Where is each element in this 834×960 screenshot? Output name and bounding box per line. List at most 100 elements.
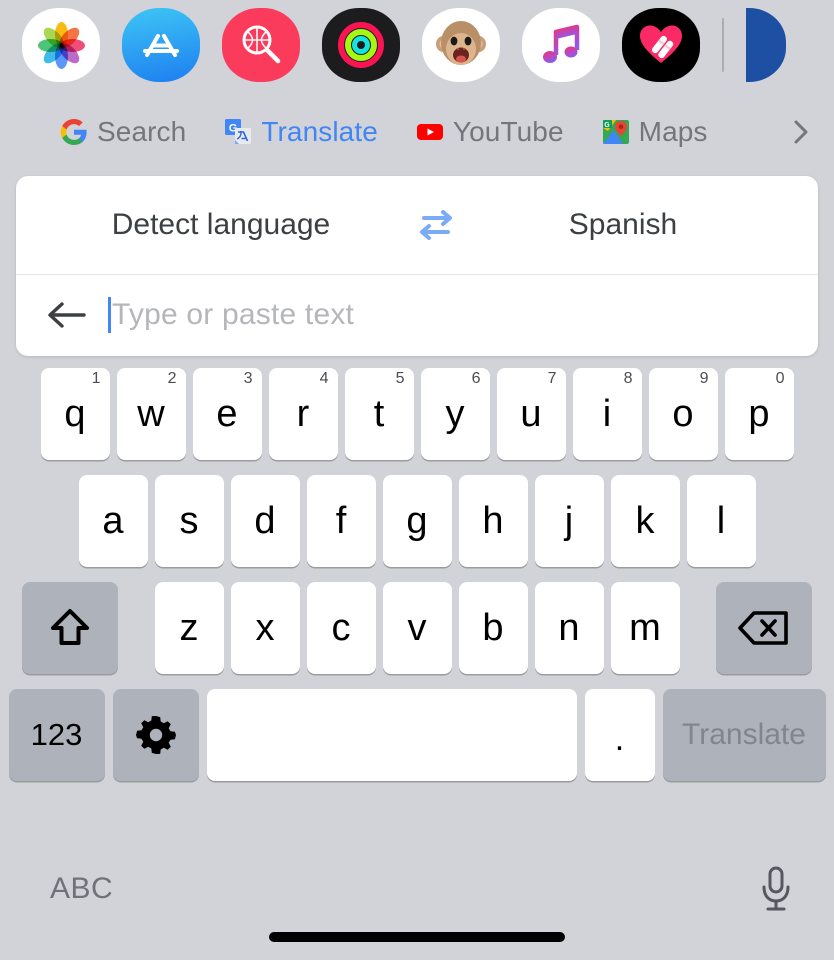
translate-input-row[interactable]: Type or paste text (16, 275, 818, 355)
key-label: y (445, 392, 465, 435)
key-z[interactable]: z (154, 582, 224, 674)
key-u[interactable]: u7 (496, 368, 566, 460)
key-t[interactable]: t5 (344, 368, 414, 460)
key-v[interactable]: v (382, 582, 452, 674)
keyboard-row-3: z x c vbnm (0, 582, 834, 674)
magnifier-globe-glyph-icon (242, 25, 281, 64)
key-label: w (137, 392, 165, 435)
key-o[interactable]: o9 (648, 368, 718, 460)
google-g-icon (60, 118, 88, 146)
target-language-button[interactable]: Spanish (428, 208, 818, 242)
fitness-app-icon[interactable] (322, 8, 400, 82)
key-y[interactable]: y6 (420, 368, 490, 460)
key-m[interactable]: m (610, 582, 680, 674)
chevron-right-icon[interactable] (786, 117, 816, 147)
tab-maps[interactable]: G Maps (602, 116, 708, 148)
language-selector-row: Detect language Spanish (16, 176, 818, 275)
key-d[interactable]: d (230, 475, 300, 567)
key-b[interactable]: b (458, 582, 528, 674)
key-i[interactable]: i8 (572, 368, 642, 460)
key-label: t (373, 392, 385, 435)
key-f[interactable]: f (306, 475, 376, 567)
key-label: c (331, 606, 351, 649)
tab-translate-label: Translate (261, 116, 378, 147)
app-store-glyph-icon (143, 34, 179, 57)
partial-blue-app-icon[interactable] (746, 8, 786, 82)
google-translate-icon: G (224, 118, 252, 146)
key-n[interactable]: n (534, 582, 604, 674)
keyboard-settings-key[interactable] (112, 689, 199, 781)
space-key[interactable] (206, 689, 577, 781)
key-label: k (635, 499, 655, 542)
abc-mode-button[interactable]: ABC (50, 872, 113, 906)
keyboard-row-2: asdfg hjkl (0, 475, 834, 567)
key-h[interactable]: h (458, 475, 528, 567)
photos-app-icon[interactable] (22, 8, 100, 82)
key-hint-4: 4 (319, 370, 329, 387)
text-caret (108, 297, 111, 333)
gboard-service-tabs: Search G Translate YouTube G Maps (0, 96, 834, 168)
numeric-key[interactable]: 123 (8, 689, 105, 781)
apple-music-app-icon[interactable] (522, 8, 600, 82)
tab-youtube[interactable]: YouTube (416, 116, 564, 148)
keyboard-row-4: 123 . Translate (0, 689, 834, 781)
key-label: q (64, 392, 86, 435)
shift-icon (47, 605, 93, 651)
svg-text:G: G (604, 122, 610, 129)
youtube-icon (416, 118, 444, 146)
gear-icon (134, 713, 178, 757)
key-j[interactable]: j (534, 475, 604, 567)
monkey-memoji-glyph-icon (436, 21, 486, 65)
key-s[interactable]: s (154, 475, 224, 567)
key-x[interactable]: x (230, 582, 300, 674)
key-hint-5: 5 (395, 370, 405, 387)
iphone-screen: Search G Translate YouTube G Maps Detect… (0, 0, 834, 960)
key-label: g (406, 499, 428, 542)
translate-action-key[interactable]: Translate (662, 689, 826, 781)
key-hint-6: 6 (471, 370, 481, 387)
translate-card: Detect language Spanish Type or paste te… (16, 176, 818, 356)
key-hint-9: 9 (699, 370, 709, 387)
app-store-app-icon[interactable] (122, 8, 200, 82)
microphone-icon[interactable] (758, 865, 794, 913)
images-app-icon[interactable] (222, 8, 300, 82)
key-label: v (407, 606, 427, 649)
key-hint-0: 0 (775, 370, 785, 387)
key-label: r (296, 392, 310, 435)
key-w[interactable]: w2 (116, 368, 186, 460)
arrow-left-icon[interactable] (46, 298, 88, 332)
key-r[interactable]: r4 (268, 368, 338, 460)
keyboard-row-1: q1w2e3r4t5y6u7i8o9p0 (0, 368, 834, 460)
period-key[interactable]: . (584, 689, 655, 781)
source-language-button[interactable]: Detect language (16, 208, 426, 242)
tab-translate[interactable]: G Translate (224, 116, 378, 148)
gboard-keyboard: q1w2e3r4t5y6u7i8o9p0 asdfghjkl zxcvbnm 1… (0, 368, 834, 781)
translate-input-placeholder: Type or paste text (112, 298, 355, 331)
key-label: z (179, 606, 199, 649)
memoji-app-icon[interactable] (422, 8, 500, 82)
tab-search[interactable]: Search (60, 116, 186, 148)
key-hint-2: 2 (167, 370, 177, 387)
key-label: x (255, 606, 275, 649)
key-q[interactable]: q1 (40, 368, 110, 460)
key-hint-7: 7 (547, 370, 557, 387)
key-label: i (602, 392, 612, 435)
key-c[interactable]: c (306, 582, 376, 674)
key-k[interactable]: k (610, 475, 680, 567)
key-hint-8: 8 (623, 370, 633, 387)
backspace-key[interactable] (716, 582, 812, 674)
digital-touch-app-icon[interactable] (622, 8, 700, 82)
key-label: h (482, 499, 504, 542)
backspace-icon (737, 608, 791, 648)
key-e[interactable]: e3 (192, 368, 262, 460)
tab-youtube-label: YouTube (452, 116, 564, 147)
key-a[interactable]: a (78, 475, 148, 567)
key-g[interactable]: g (382, 475, 452, 567)
app-strip-divider (722, 18, 724, 72)
key-l[interactable]: l (686, 475, 756, 567)
key-p[interactable]: p0 (724, 368, 794, 460)
key-label: m (629, 606, 661, 649)
key-label: o (672, 392, 694, 435)
shift-key[interactable] (22, 582, 118, 674)
key-label: p (748, 392, 770, 435)
